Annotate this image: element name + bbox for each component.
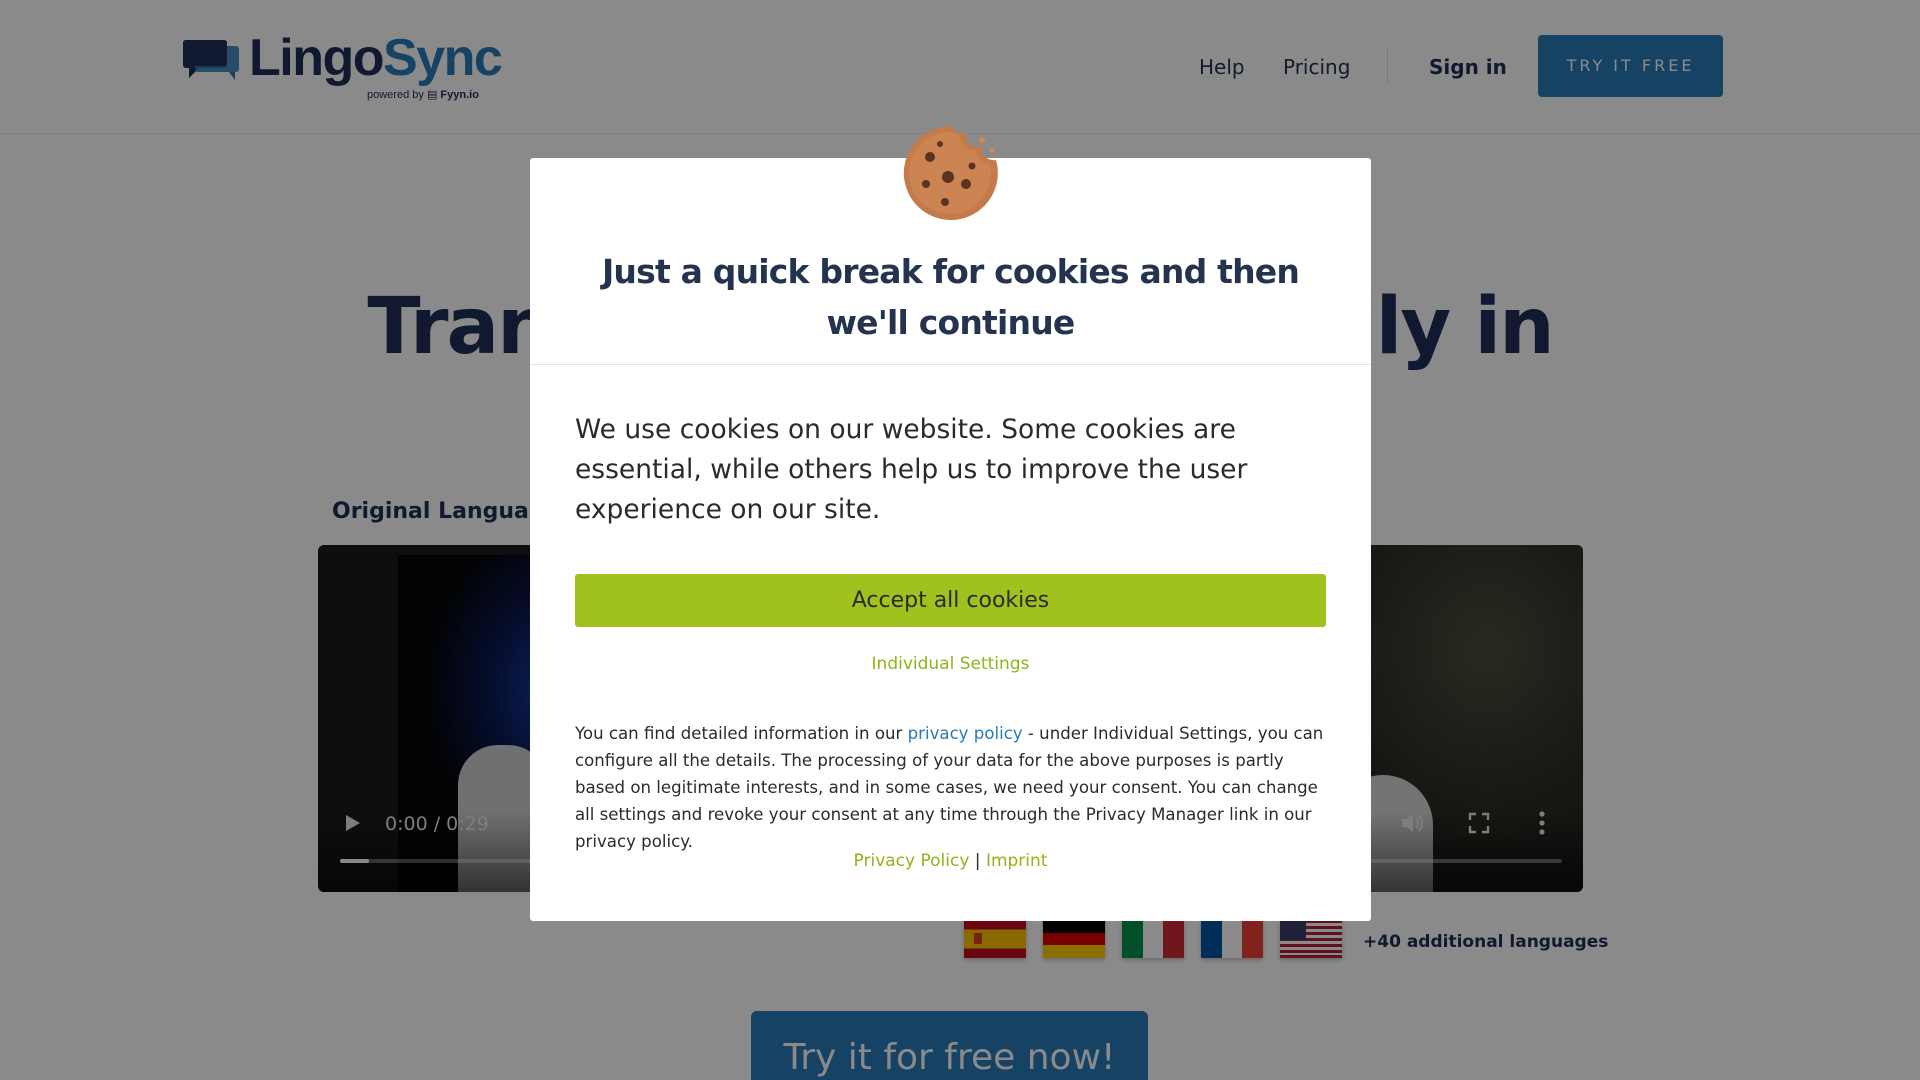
cookie-consent-dialog: Just a quick break for cookies and then … (530, 125, 1371, 921)
cookie-detail-text: You can find detailed information in our… (575, 720, 1335, 855)
detail-text-start: You can find detailed information in our (575, 724, 908, 743)
individual-settings-wrapper: Individual Settings (530, 654, 1371, 674)
detail-text-end: - under Individual Settings, you can con… (575, 724, 1324, 851)
link-separator: | (969, 851, 986, 871)
cookie-intro-text: We use cookies on our website. Some cook… (575, 414, 1248, 525)
privacy-policy-link[interactable]: Privacy Policy (854, 851, 970, 871)
accept-all-cookies-button[interactable]: Accept all cookies (575, 574, 1326, 627)
divider (530, 364, 1371, 365)
privacy-policy-inline-link[interactable]: privacy policy (908, 724, 1023, 743)
cookie-icon (903, 125, 998, 220)
cookie-dialog-title: Just a quick break for cookies and then … (601, 252, 1300, 342)
individual-settings-link[interactable]: Individual Settings (872, 654, 1030, 674)
imprint-link[interactable]: Imprint (986, 851, 1048, 871)
footer-links: Privacy Policy | Imprint (530, 851, 1371, 871)
